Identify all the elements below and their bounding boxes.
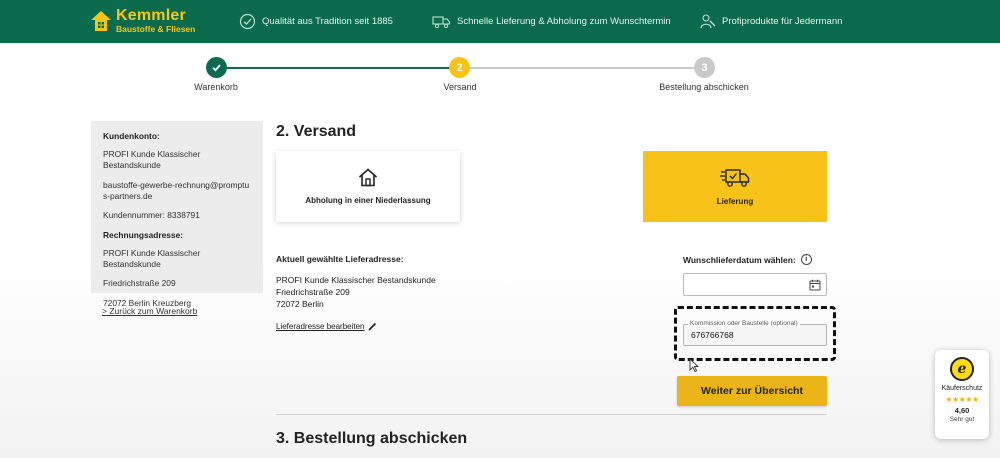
truck-icon: [720, 168, 750, 187]
billing-name: PROFI Kunde Klassischer Bestandskunde: [103, 247, 201, 270]
pickup-option-label: Abholung in einer Niederlassung: [305, 196, 431, 205]
logo-subtitle: Baustoffe & Fliesen: [116, 24, 196, 35]
pickup-option-card[interactable]: Abholung in einer Niederlassung: [276, 151, 460, 222]
badge-check-icon: [239, 13, 256, 29]
address-street: Friedrichstraße 209: [276, 287, 350, 297]
section-title-bestellung: 3. Bestellung abschicken: [276, 430, 468, 447]
usp-profi: Profiprodukte für Jedermann: [699, 11, 842, 31]
step-2-number: 2: [449, 57, 470, 78]
delivery-date-input[interactable]: [683, 273, 827, 296]
delivery-option-label: Lieferung: [716, 196, 754, 206]
stepper-line-pending: [460, 67, 705, 69]
logo-mark-icon: [90, 10, 112, 32]
pencil-icon: [368, 322, 376, 331]
usp-text: Schnelle Lieferung & Abholung zum Wunsch…: [457, 15, 671, 27]
rating-text: Sehr gut: [949, 416, 975, 423]
account-name: PROFI Kunde Klassischer Bestandskunde: [103, 149, 201, 171]
billing-street: Friedrichstraße 209: [103, 278, 176, 289]
top-header-bar: Kemmler Baustoffe & Fliesen Qualität aus…: [0, 0, 1000, 43]
date-label-text: Wunschlieferdatum wählen:: [683, 254, 796, 265]
home-icon: [358, 168, 378, 187]
rating-stars: ★★★★★: [945, 395, 979, 404]
account-heading: Kundenkonto:: [103, 131, 160, 141]
account-email: baustoffe-gewerbe-rechnung@promptus-part…: [103, 179, 250, 202]
customer-number: Kundennummer: 8338791: [103, 210, 200, 221]
step-3-number: 3: [694, 57, 715, 78]
billing-heading: Rechnungsadresse:: [103, 229, 184, 240]
section-divider: [276, 414, 827, 415]
commission-label: Kommission oder Baustelle (optional): [688, 320, 800, 327]
address-city: 72072 Berlin: [276, 299, 324, 309]
trusted-shops-badge[interactable]: e Käuferschutz ★★★★★ 4,60 Sehr gut: [935, 350, 989, 439]
stepper-line-done: [217, 67, 460, 69]
truck-clock-icon: [432, 15, 451, 28]
seal-letter: e: [957, 361, 967, 377]
back-to-cart-link[interactable]: > Zurück zum Warenkorb: [102, 306, 197, 316]
commission-value: 676766768: [691, 330, 734, 340]
delivery-date-label: Wunschlieferdatum wählen: i: [683, 254, 812, 265]
worker-icon: [700, 13, 716, 28]
step-label-bestellung: Bestellung abschicken: [659, 82, 749, 92]
edit-delivery-address-link[interactable]: Lieferadresse bearbeiten: [276, 322, 377, 331]
delivery-option-card[interactable]: Lieferung: [643, 151, 827, 222]
section-title-versand: 2. Versand: [276, 123, 357, 140]
delivery-address-block: PROFI Kunde Klassischer Bestandskunde Fr…: [276, 274, 436, 310]
kemmler-logo[interactable]: Kemmler Baustoffe & Fliesen: [90, 8, 195, 34]
trusted-shops-seal-icon: e: [950, 357, 974, 381]
calendar-icon[interactable]: [809, 279, 821, 291]
buyer-protection-label: Käuferschutz: [941, 385, 983, 392]
edit-link-label: Lieferadresse bearbeiten: [276, 322, 365, 331]
continue-to-overview-button[interactable]: Weiter zur Übersicht: [677, 376, 827, 406]
usp-text: Qualität aus Tradition seit 1885: [262, 15, 393, 27]
info-icon[interactable]: i: [800, 254, 812, 265]
step-1-check-icon[interactable]: [206, 57, 227, 78]
step-label-versand: Versand: [443, 82, 477, 92]
logo-name: Kemmler: [116, 7, 186, 25]
address-name: PROFI Kunde Klassischer Bestandskunde: [276, 275, 436, 285]
rating-score: 4,60: [954, 406, 970, 415]
usp-tradition: Qualität aus Tradition seit 1885: [239, 11, 393, 31]
step-label-warenkorb[interactable]: Warenkorb: [146, 82, 286, 92]
usp-text: Profiprodukte für Jedermann: [722, 15, 843, 27]
usp-delivery: Schnelle Lieferung & Abholung zum Wunsch…: [432, 11, 671, 31]
delivery-address-heading: Aktuell gewählte Lieferadresse:: [276, 254, 404, 264]
customer-summary-panel: Kundenkonto: PROFI Kunde Klassischer Bes…: [91, 121, 263, 308]
mouse-cursor-icon: [689, 358, 699, 372]
